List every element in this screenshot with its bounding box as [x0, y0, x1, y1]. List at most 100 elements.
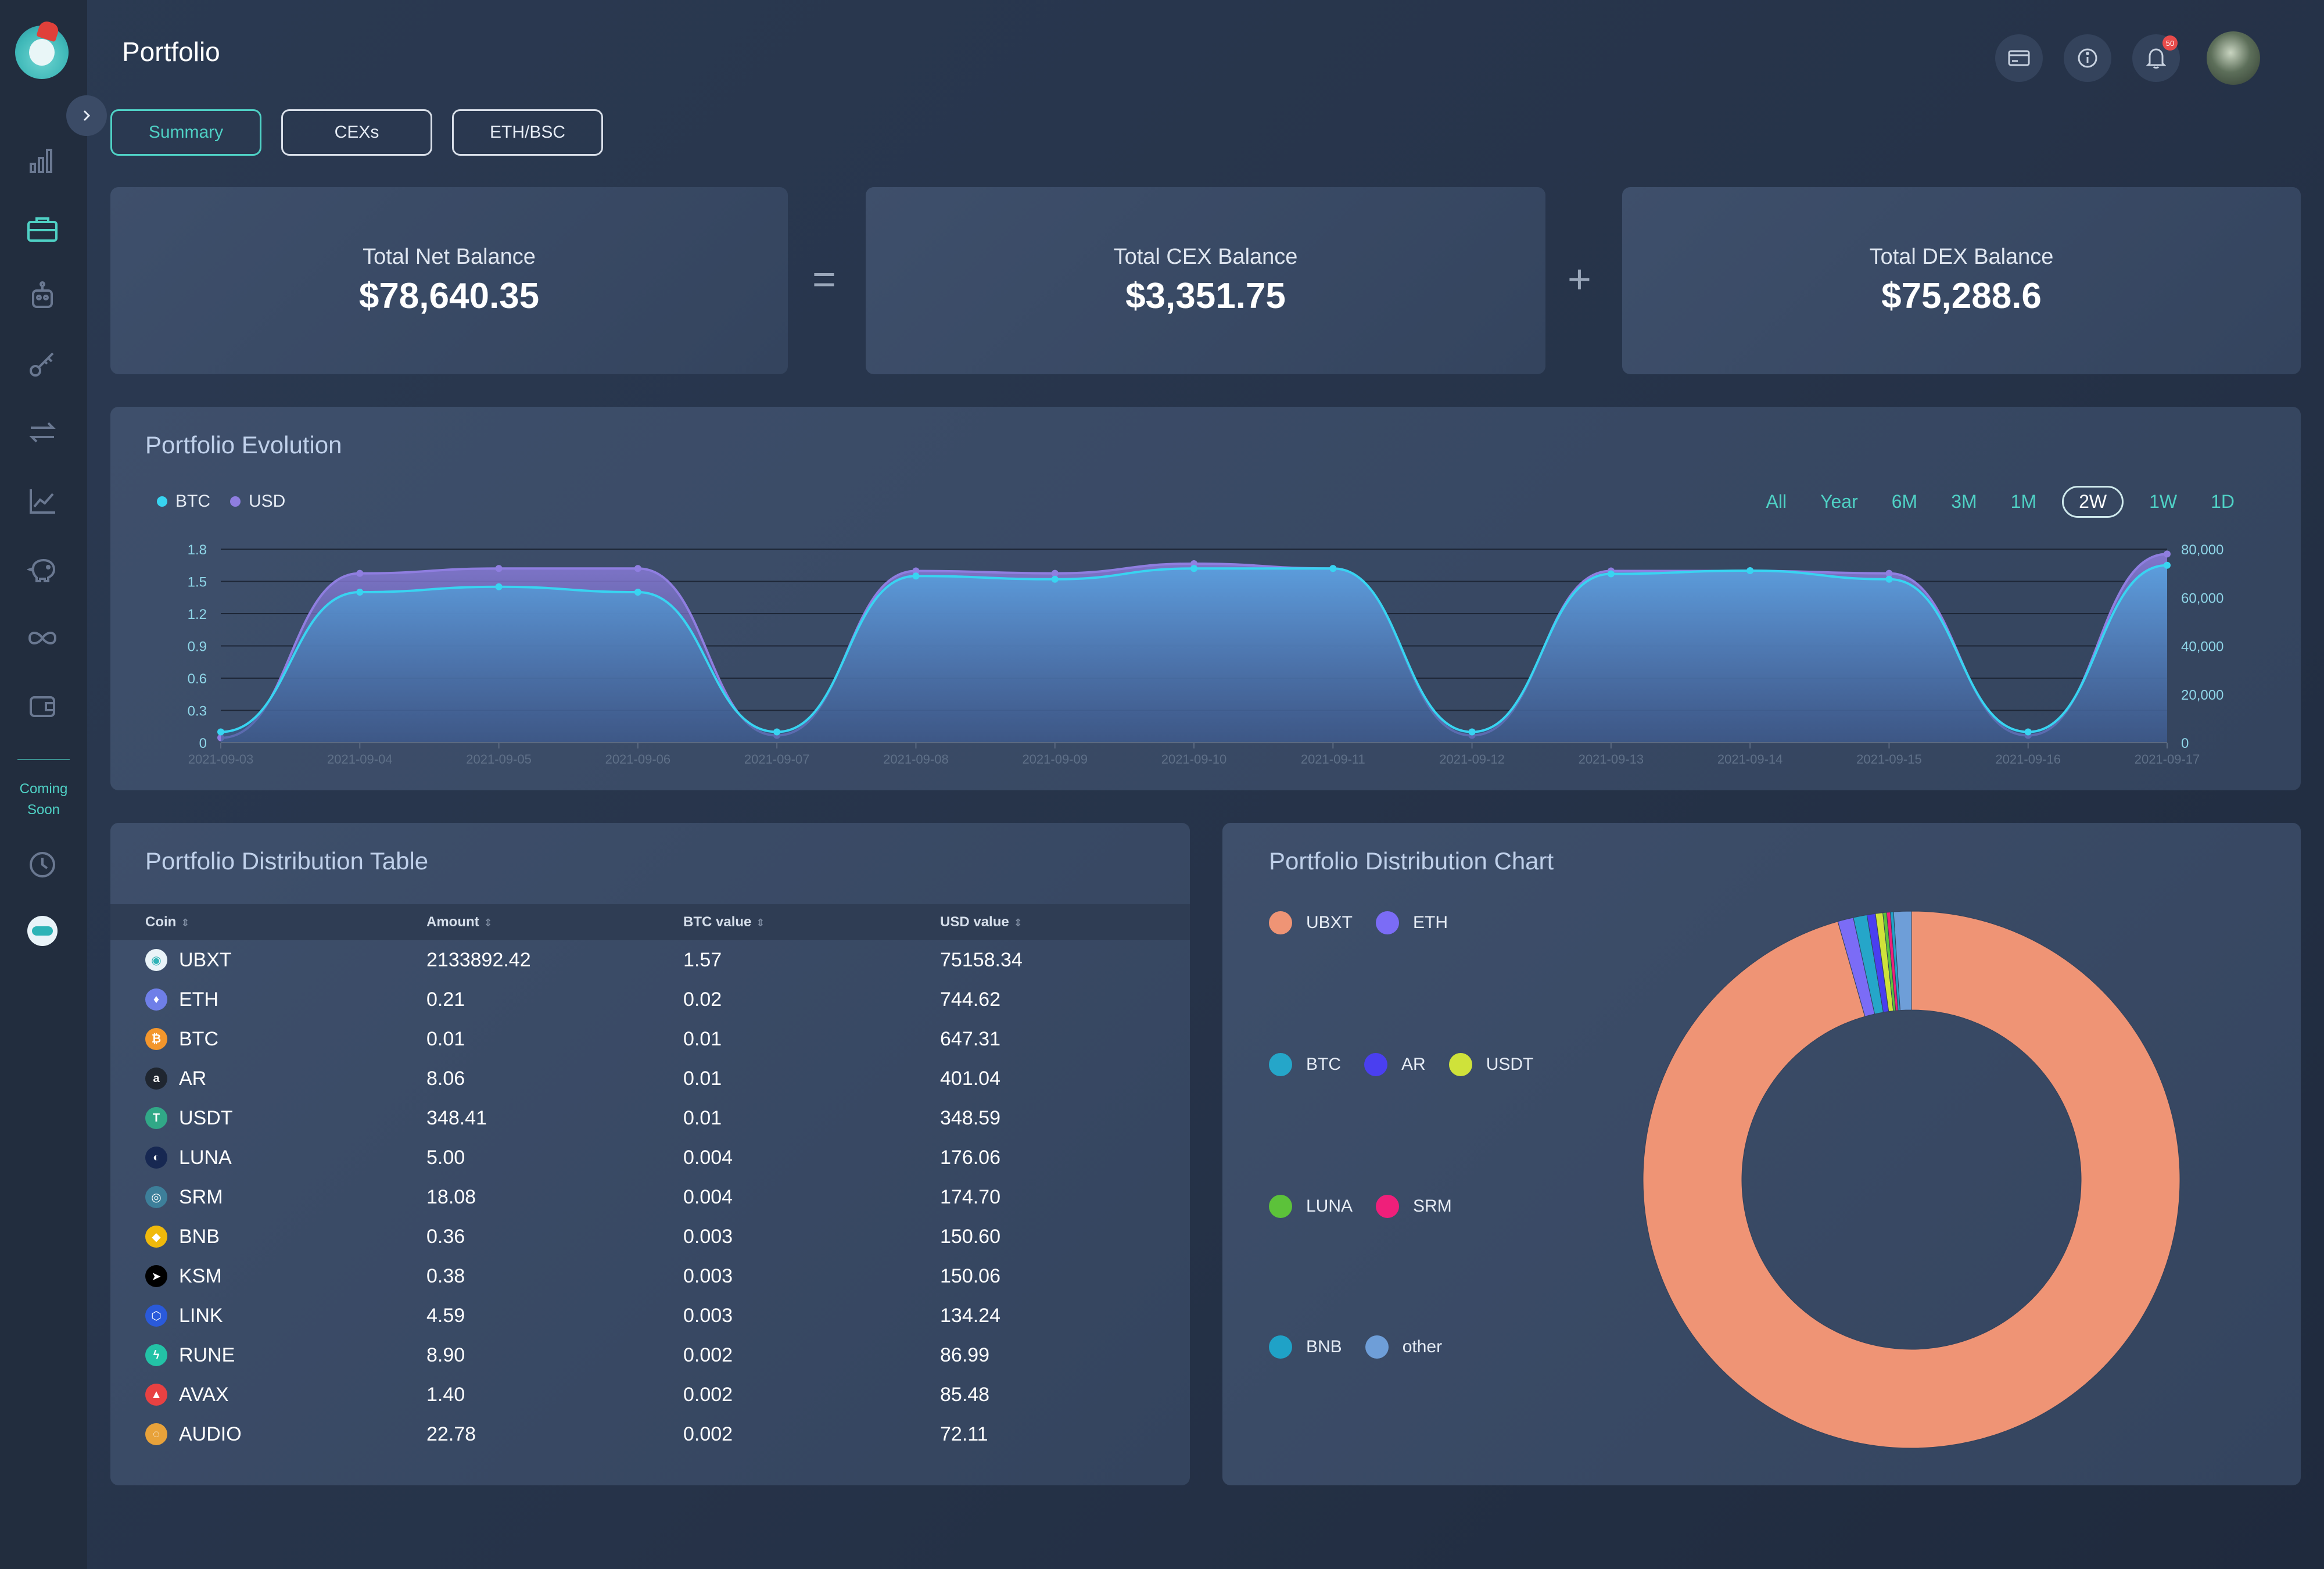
- table-row[interactable]: ◎ SRM 18.08 0.004 174.70: [110, 1177, 1190, 1217]
- sidebar-expand-button[interactable]: [66, 95, 107, 136]
- total-dex-balance-label: Total DEX Balance: [1869, 245, 2054, 269]
- legend-item-ar[interactable]: AR: [1364, 1053, 1426, 1076]
- total-cex-balance-card: Total CEX Balance $3,351.75: [866, 187, 1545, 374]
- table-row[interactable]: ₿ BTC 0.01 0.01 647.31: [110, 1019, 1190, 1059]
- legend-item-usdt[interactable]: USDT: [1448, 1053, 1534, 1076]
- info-button[interactable]: [2064, 34, 2111, 82]
- btc-series-point: [773, 728, 781, 736]
- sidebar-item-exchange[interactable]: [26, 416, 59, 449]
- sidebar-item-keys[interactable]: [26, 348, 59, 380]
- distribution-table-card: Portfolio Distribution Table Coin ⇕ Amoun…: [110, 823, 1190, 1485]
- y-left-tick-label: 0.6: [188, 671, 207, 687]
- column-coin[interactable]: Coin ⇕: [110, 904, 392, 940]
- table-row[interactable]: ◐ LUNA 5.00 0.004 176.06: [110, 1138, 1190, 1177]
- tab-cexs[interactable]: CEXs: [281, 109, 432, 156]
- sidebar-item-infinity[interactable]: [26, 622, 59, 654]
- column-usd-value[interactable]: USD value ⇕: [905, 904, 1190, 940]
- column-amount[interactable]: Amount ⇕: [392, 904, 648, 940]
- donut-slice-luna: [1882, 912, 1896, 1012]
- sort-icon: ⇕: [181, 917, 190, 929]
- sidebar-item-ubxt[interactable]: [26, 915, 59, 947]
- legend-item-eth[interactable]: ETH: [1376, 911, 1448, 934]
- table-row[interactable]: ▲ AVAX 1.40 0.002 85.48: [110, 1375, 1190, 1414]
- legend-item-srm[interactable]: SRM: [1376, 1195, 1452, 1218]
- infinity-icon: [28, 632, 57, 644]
- clock-icon: [30, 852, 55, 877]
- sidebar-item-dashboard[interactable]: [26, 144, 59, 177]
- legend-row: BNB other: [1269, 1335, 1442, 1359]
- y-left-tick-label: 1.5: [188, 575, 207, 590]
- x-tick-label: 2021-09-08: [883, 752, 949, 766]
- table-row[interactable]: ➤ KSM 0.38 0.003 150.06: [110, 1256, 1190, 1296]
- notifications-button[interactable]: 50: [2132, 34, 2180, 82]
- legend-label: SRM: [1413, 1197, 1452, 1216]
- sidebar-item-savings[interactable]: [26, 553, 59, 586]
- legend-swatch: [1269, 1053, 1292, 1076]
- distribution-chart-title: Portfolio Distribution Chart: [1269, 847, 1554, 875]
- app-logo[interactable]: [15, 19, 69, 79]
- legend-swatch: [1364, 1053, 1387, 1076]
- x-tick-label: 2021-09-10: [1161, 752, 1227, 766]
- usd-value-cell: 176.06: [940, 1146, 1000, 1169]
- btc-series-point: [2164, 561, 2171, 569]
- portfolio-evolution-chart[interactable]: 0 0.3 0.6 0.9 1.2 1.5 1.8 0 20,000 40,000 60,000 80…: [110, 407, 2301, 790]
- sidebar-item-history[interactable]: [26, 848, 59, 881]
- amount-cell: 0.36: [426, 1225, 465, 1248]
- usd-value-cell: 401.04: [940, 1067, 1000, 1090]
- coin-name: KSM: [179, 1264, 222, 1287]
- usd-value-cell: 75158.34: [940, 948, 1023, 971]
- table-row[interactable]: a AR 8.06 0.01 401.04: [110, 1059, 1190, 1098]
- btc-series-point: [1885, 575, 1893, 583]
- sidebar-item-wallet[interactable]: [26, 690, 59, 723]
- legend-item-luna[interactable]: LUNA: [1269, 1195, 1353, 1218]
- legend-item-bnb[interactable]: BNB: [1269, 1335, 1342, 1359]
- legend-label: LUNA: [1306, 1197, 1353, 1216]
- legend-item-btc[interactable]: BTC: [1269, 1053, 1341, 1076]
- key-icon: [30, 352, 54, 377]
- legend-swatch: [1269, 911, 1292, 934]
- amount-cell: 0.21: [426, 988, 465, 1011]
- table-row[interactable]: ◆ BNB 0.36 0.003 150.60: [110, 1217, 1190, 1256]
- x-tick-label: 2021-09-07: [744, 752, 810, 766]
- table-row[interactable]: T USDT 348.41 0.01 348.59: [110, 1098, 1190, 1138]
- notification-badge: 50: [2162, 35, 2178, 51]
- table-row[interactable]: ◌ AUDIO 22.78 0.002 72.11: [110, 1414, 1190, 1454]
- legend-item-other[interactable]: other: [1365, 1335, 1442, 1359]
- tab-eth-bsc[interactable]: ETH/BSC: [452, 109, 603, 156]
- plus-sign: +: [1568, 256, 1591, 302]
- amount-cell: 0.38: [426, 1264, 465, 1287]
- y-right-tick-label: 20,000: [2181, 687, 2223, 703]
- table-row[interactable]: ♦ ETH 0.21 0.02 744.62: [110, 980, 1190, 1019]
- piggy-bank-icon: [27, 558, 56, 582]
- avatar[interactable]: [2207, 31, 2260, 85]
- sidebar-item-portfolio[interactable]: [26, 213, 59, 245]
- legend-label: USDT: [1486, 1055, 1534, 1074]
- sort-icon: ⇕: [483, 917, 493, 929]
- chevron-right-icon: [83, 110, 91, 121]
- donut-slice-other: [1893, 911, 1912, 1011]
- legend-swatch: [1376, 1195, 1400, 1218]
- usd-value-cell: 348.59: [940, 1106, 1000, 1129]
- column-btc-value[interactable]: BTC value ⇕: [648, 904, 905, 940]
- donut-slice-btc: [1853, 914, 1884, 1015]
- btc-value-cell: 0.02: [683, 988, 722, 1011]
- header-actions: 50: [1995, 31, 2260, 85]
- coin-name: RUNE: [179, 1344, 235, 1366]
- sidebar-item-bots[interactable]: [26, 280, 59, 313]
- legend-label: ETH: [1413, 913, 1448, 932]
- payment-button[interactable]: [1995, 34, 2043, 82]
- sort-icon: ⇕: [756, 917, 765, 929]
- legend-row: UBXT ETH: [1269, 911, 1448, 934]
- y-left-tick-label: 1.8: [188, 542, 207, 558]
- table-row[interactable]: ⬡ LINK 4.59 0.003 134.24: [110, 1296, 1190, 1335]
- coin-name: USDT: [179, 1106, 233, 1129]
- sidebar-item-analytics[interactable]: [26, 485, 59, 517]
- tab-summary[interactable]: Summary: [110, 109, 261, 156]
- robot-icon: [32, 281, 53, 308]
- coin-name: AUDIO: [179, 1423, 242, 1445]
- bar-chart-icon: [30, 149, 52, 173]
- coin-name: LUNA: [179, 1146, 232, 1169]
- legend-item-ubxt[interactable]: UBXT: [1269, 911, 1353, 934]
- table-row[interactable]: ◉ UBXT 2133892.42 1.57 75158.34: [110, 940, 1190, 980]
- table-row[interactable]: ϟ RUNE 8.90 0.002 86.99: [110, 1335, 1190, 1375]
